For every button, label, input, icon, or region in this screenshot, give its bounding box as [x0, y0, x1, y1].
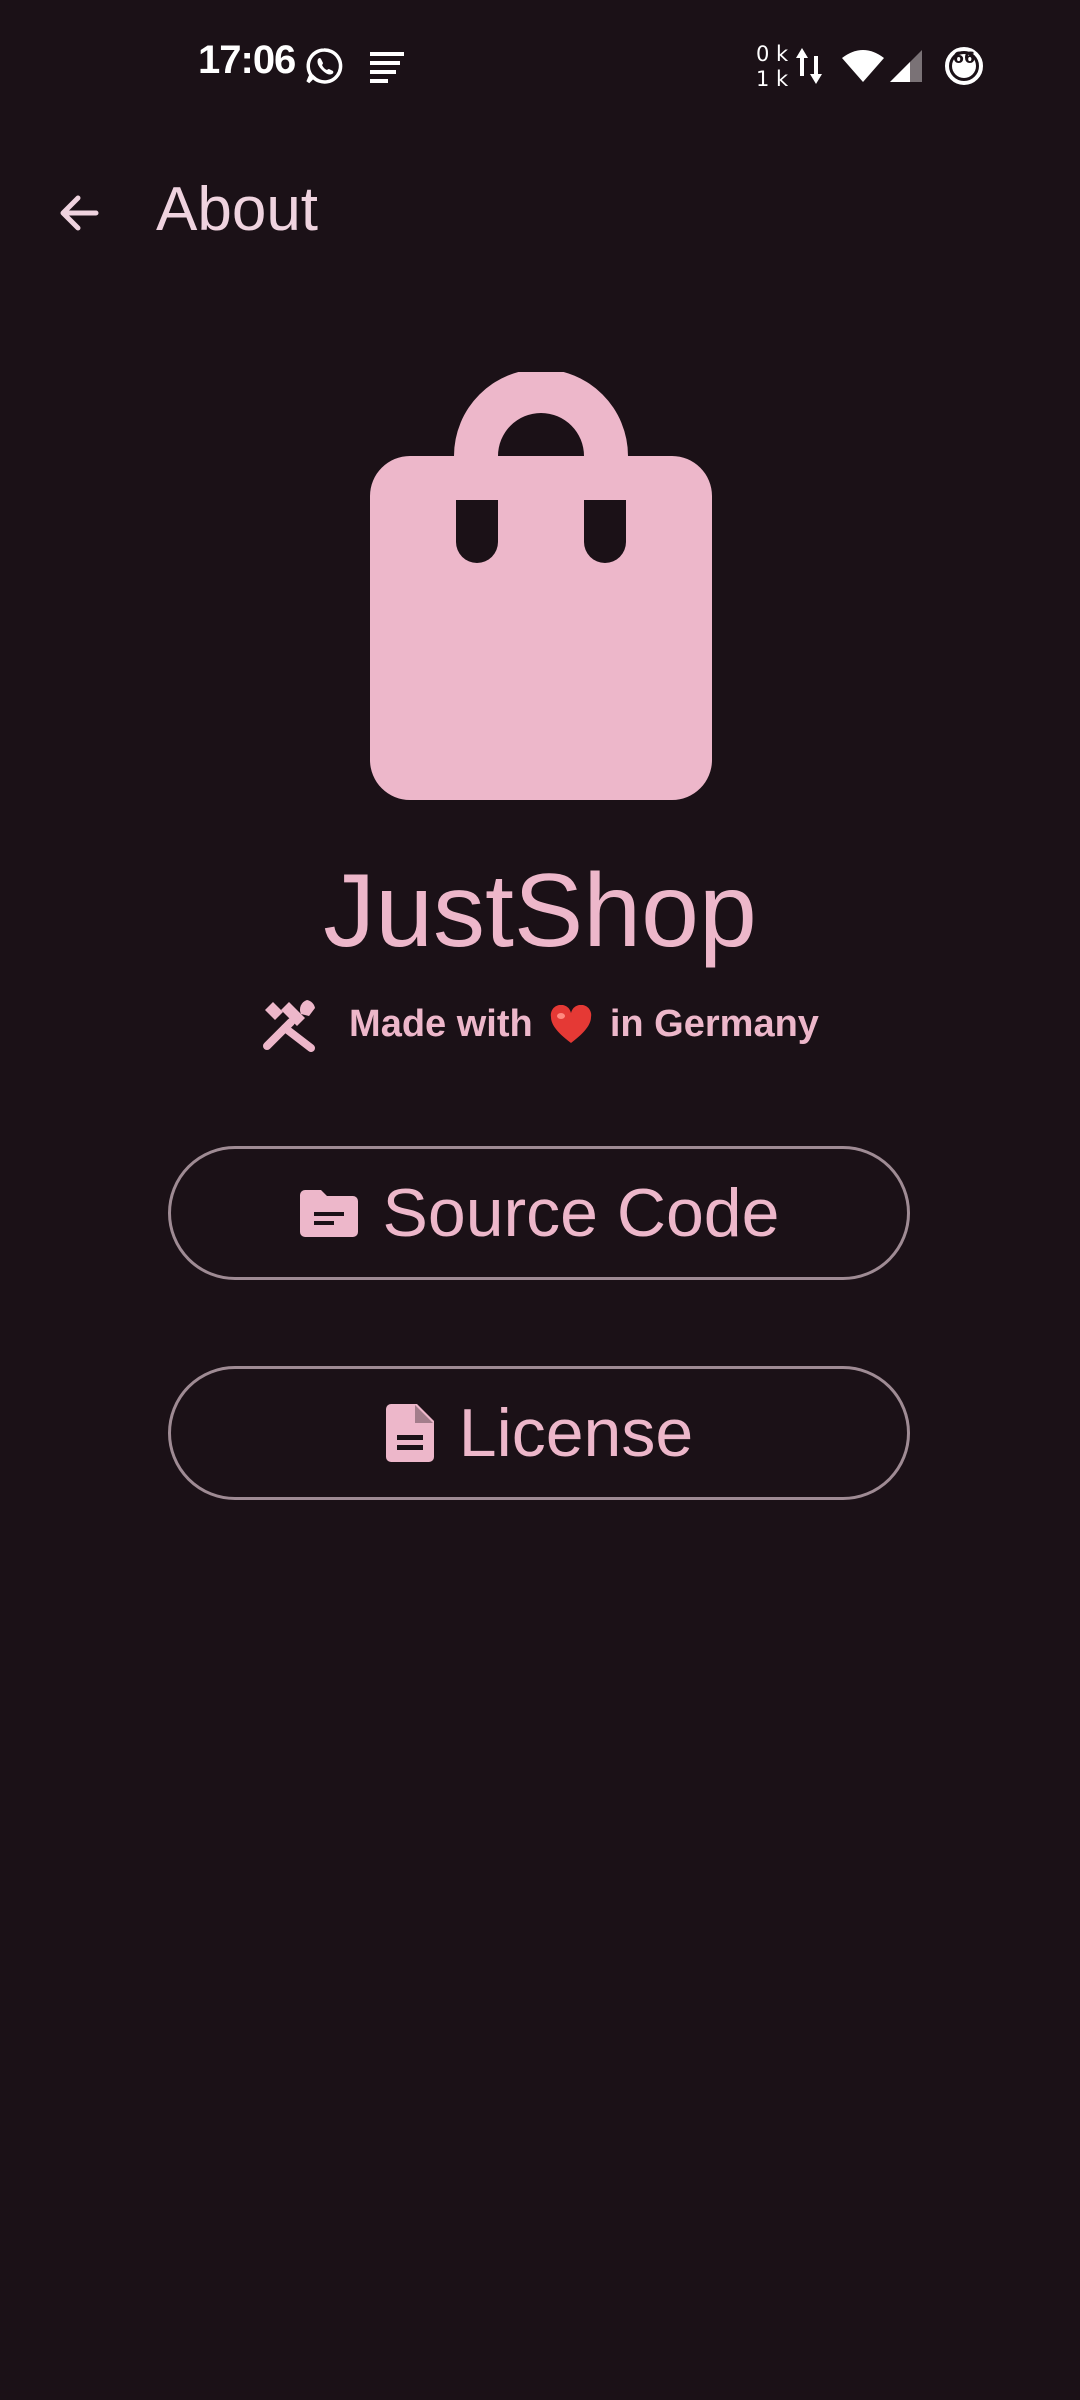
wifi-icon [842, 50, 884, 82]
whatsapp-icon [306, 48, 343, 84]
back-button[interactable] [34, 178, 124, 248]
notes-icon [370, 52, 404, 83]
arrow-back-icon [60, 195, 99, 231]
page-title: About [156, 175, 319, 244]
shopping-bag-icon [370, 372, 712, 800]
heart-icon [551, 1005, 592, 1044]
signal-icon [890, 50, 922, 82]
app-bar: About [0, 150, 1080, 274]
tools-icon [263, 1000, 316, 1052]
document-icon [385, 1404, 434, 1462]
net-speed-down: 1 k [756, 67, 789, 91]
battery-level: 66 [952, 48, 976, 67]
net-speed-up: 0 k [756, 42, 789, 66]
tagline-before: Made with [349, 1002, 533, 1045]
status-bar: 17:06 0 k 1 k 66 [0, 0, 1080, 130]
tagline-after: in Germany [609, 1002, 819, 1045]
source-code-label: Source Code [382, 1175, 780, 1251]
tagline: Made with in Germany [0, 996, 1080, 1052]
data-arrows-icon [796, 48, 822, 84]
app-name: JustShop [323, 853, 757, 969]
license-label: License [458, 1395, 694, 1471]
network-speed: 0 k 1 k [756, 42, 788, 92]
license-button[interactable]: License [168, 1366, 910, 1500]
folder-icon [299, 1190, 358, 1237]
status-time: 17:06 [198, 38, 296, 82]
source-code-button[interactable]: Source Code [168, 1146, 910, 1280]
tagline-text: Made with in Germany [349, 1003, 819, 1046]
